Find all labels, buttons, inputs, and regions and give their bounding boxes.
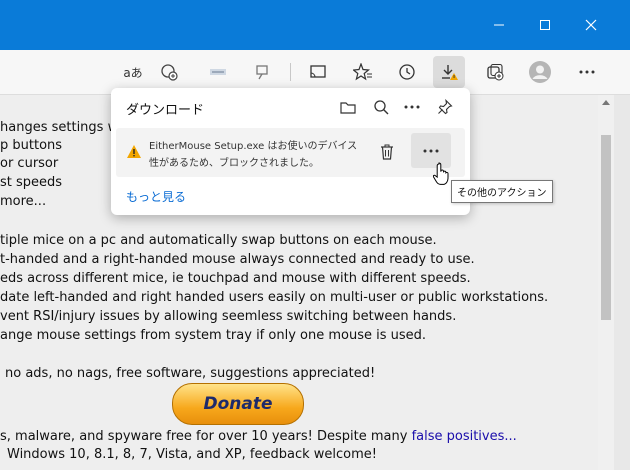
pin-downloads-button[interactable]: [434, 96, 456, 118]
cast-icon: [310, 65, 326, 78]
page-text-line: Windows 10, 8.1, 8, 7, Vista, and XP, fe…: [7, 447, 377, 462]
folder-icon: [340, 102, 356, 114]
extension-b-button[interactable]: [248, 58, 276, 86]
downloads-more-options-button[interactable]: [401, 96, 423, 118]
cast-button[interactable]: [304, 58, 332, 86]
page-text: s, malware, and spyware free for over 10…: [0, 429, 412, 444]
minimize-icon: [494, 24, 504, 26]
minimize-button[interactable]: [476, 0, 522, 50]
page-text-line: no ads, no nags, free software, suggesti…: [5, 366, 376, 381]
extension-a-icon: [210, 69, 226, 75]
favorites-button[interactable]: [349, 58, 377, 86]
page-text-line: tiple mice on a pc and automatically swa…: [0, 233, 437, 248]
history-icon: [399, 64, 415, 80]
avatar-icon: [529, 61, 551, 83]
download-icon: [442, 65, 458, 80]
profile-button[interactable]: [526, 58, 554, 86]
history-button[interactable]: [393, 58, 421, 86]
maximize-icon: [540, 20, 550, 30]
donate-label: Donate: [203, 394, 273, 414]
malware-free-line: s, malware, and spyware free for over 10…: [0, 429, 517, 444]
more-actions-tooltip: その他のアクション: [451, 180, 553, 203]
extension-a-button[interactable]: [204, 58, 232, 86]
download-blocked-message: 性があるため、ブロックされました。: [149, 158, 319, 169]
page-text-line: p buttons: [0, 138, 63, 153]
delete-download-button[interactable]: [376, 141, 398, 163]
settings-more-button[interactable]: [573, 58, 601, 86]
favorites-icon: [353, 63, 372, 81]
page-text-line: st speeds: [0, 175, 63, 190]
close-button[interactable]: [568, 0, 614, 50]
page-text-line: date left-handed and right handed users …: [0, 290, 549, 305]
add-favorite-icon: [161, 64, 178, 81]
false-positives-link[interactable]: false positives...: [412, 429, 517, 444]
collections-icon: [487, 63, 504, 81]
pin-icon: [438, 99, 453, 115]
scrollbar-thumb[interactable]: [601, 135, 611, 320]
collections-button[interactable]: [481, 58, 509, 86]
page-text-line: t-handed and a right-handed mouse always…: [0, 252, 475, 267]
downloads-title: ダウンロード: [126, 103, 205, 118]
page-text-line: eds across different mice, ie touchpad a…: [0, 271, 471, 286]
see-more-link[interactable]: もっと見る: [126, 188, 186, 205]
maximize-button[interactable]: [522, 0, 568, 50]
trash-icon: [381, 144, 393, 160]
extension-b-icon: [256, 65, 268, 80]
page-scrollbar[interactable]: [598, 95, 614, 470]
page-text-line: vent RSI/injury issues by allowing seeml…: [0, 309, 457, 324]
toolbar-separator: [290, 63, 291, 81]
download-filename-status: EitherMouse Setup.exe はお使いのデバイス: [149, 141, 358, 152]
page-text-line: more...: [0, 194, 47, 209]
search-downloads-button[interactable]: [370, 96, 392, 118]
read-aloud-text: aあ: [123, 65, 143, 80]
page-text-line: or cursor: [0, 156, 59, 171]
search-icon: [374, 100, 389, 115]
add-favorite-button[interactable]: [155, 58, 183, 86]
hand-cursor-icon: [433, 162, 449, 185]
downloads-button[interactable]: [433, 56, 465, 88]
more-icon: [579, 70, 595, 74]
open-downloads-folder-button[interactable]: [337, 96, 359, 118]
window-titlebar: [0, 0, 630, 50]
read-aloud-button[interactable]: aあ: [119, 58, 147, 86]
more-icon: [423, 149, 439, 152]
donate-button[interactable]: Donate: [172, 383, 304, 425]
more-icon: [404, 105, 420, 109]
page-text-line: hanges settings w: [0, 120, 119, 135]
downloads-panel: ダウンロード EitherMouse Setup.exe はお使いのデバイス 性…: [111, 88, 470, 215]
close-icon: [585, 19, 597, 31]
page-text-line: ange mouse settings from system tray if …: [0, 328, 427, 343]
warning-icon: [127, 145, 141, 158]
download-item[interactable]: EitherMouse Setup.exe はお使いのデバイス 性があるため、ブ…: [116, 128, 465, 177]
scroll-up-icon[interactable]: [598, 95, 614, 109]
